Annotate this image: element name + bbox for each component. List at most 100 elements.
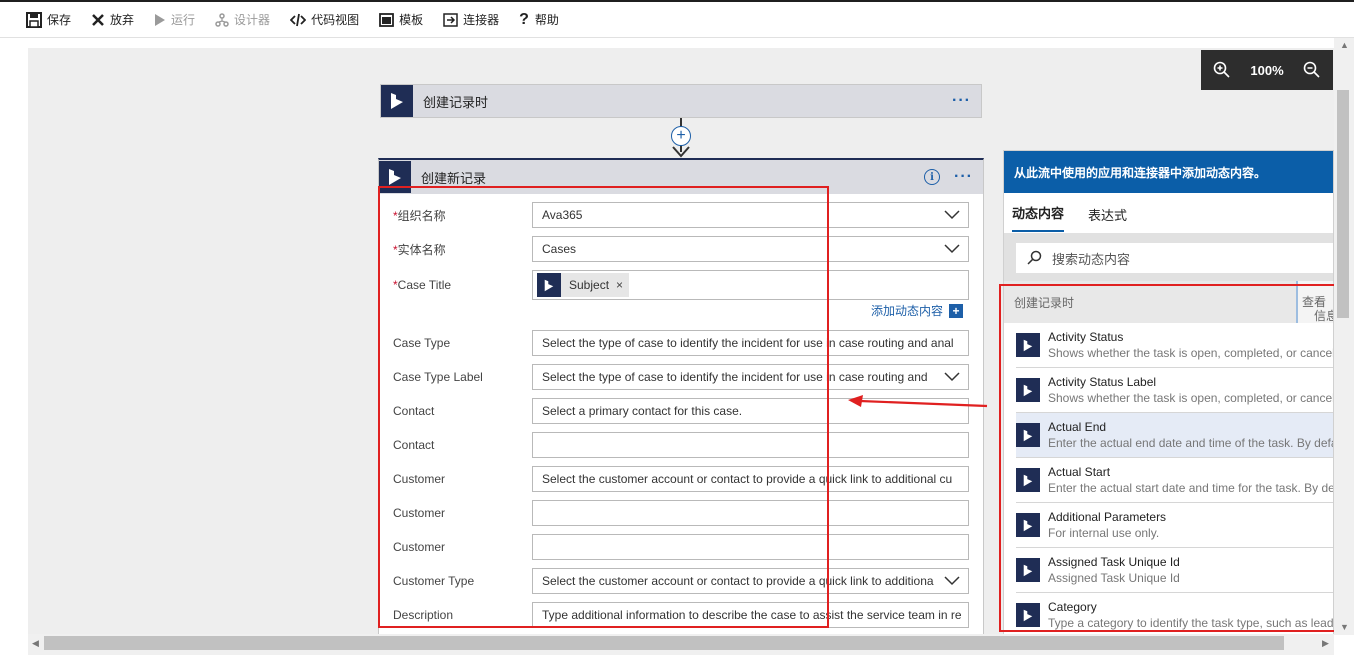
play-icon (155, 13, 166, 26)
connector-icon (443, 12, 458, 27)
item-desc: Assigned Task Unique Id (1048, 571, 1180, 585)
run-button[interactable]: 运行 (154, 11, 195, 28)
save-button[interactable]: 保存 (26, 11, 71, 28)
form-row-customer: Customer Select the customer account or … (393, 466, 969, 492)
chevron-down-icon (944, 371, 960, 383)
field-label: Case Type (393, 336, 451, 350)
dynamics-logo-icon (1016, 423, 1040, 447)
scroll-up-icon[interactable]: ▲ (1340, 40, 1349, 50)
item-desc: Shows whether the task is open, complete… (1048, 391, 1334, 405)
more-options-icon[interactable]: ··· (954, 168, 973, 186)
zoom-level: 100% (1250, 62, 1284, 78)
list-item[interactable]: Activity Status Label Shows whether the t… (1016, 368, 1334, 413)
add-dynamic-label: 添加动态内容 (871, 304, 944, 318)
more-options-icon[interactable]: ··· (952, 92, 971, 110)
zoom-in-icon[interactable] (1213, 61, 1231, 79)
contact-type-input[interactable] (532, 432, 969, 458)
dynamic-panel-header: 从此流中使用的应用和连接器中添加动态内容。 (1004, 151, 1333, 193)
vertical-scrollbar-thumb[interactable] (1337, 90, 1349, 318)
form-row-customer-type: Customer Type Select the customer accoun… (393, 568, 969, 594)
help-button[interactable]: ? 帮助 (519, 11, 559, 29)
form-row-entity: *实体名称 Cases (393, 236, 969, 262)
run-label: 运行 (171, 13, 196, 27)
list-item[interactable]: Actual End Enter the actual end date and … (1016, 413, 1334, 458)
dynamics-logo-icon (1016, 513, 1040, 537)
description-input[interactable]: Type additional information to describe … (532, 602, 969, 628)
list-item[interactable]: Additional Parameters For internal use on… (1016, 503, 1333, 548)
designer-icon (215, 12, 229, 27)
item-title: Category (1048, 600, 1097, 614)
tab-expression[interactable]: 表达式 (1088, 205, 1127, 232)
info-icon[interactable]: i (924, 169, 941, 185)
see-more-link[interactable]: 查看信息 (1296, 281, 1333, 323)
dynamics-logo-icon (1016, 558, 1040, 582)
section-header: 创建记录时 查看信息 (1004, 281, 1333, 323)
case-type-label-dropdown[interactable]: Select the type of case to identify the … (532, 364, 969, 390)
item-title: Actual End (1048, 420, 1107, 434)
item-desc: Enter the actual start date and time for… (1048, 481, 1334, 495)
field-label: Customer (393, 506, 446, 520)
templates-label: 模板 (399, 13, 424, 27)
field-label: Description (393, 608, 454, 622)
save-icon (26, 11, 42, 28)
dynamics-logo-icon (1016, 333, 1040, 357)
dynamic-token[interactable]: Subject × (537, 273, 630, 297)
entity-dropdown[interactable]: Cases (532, 236, 969, 262)
add-step-icon[interactable]: + (671, 126, 691, 146)
customer-input-3[interactable] (532, 534, 969, 560)
arrow-down-icon (672, 146, 690, 158)
list-item[interactable]: Assigned Task Unique Id Assigned Task Uni… (1016, 548, 1333, 593)
field-label: Contact (393, 404, 435, 418)
item-desc: Enter the actual end date and time of th… (1048, 436, 1334, 450)
help-label: 帮助 (534, 13, 559, 27)
field-label: *组织名称 (393, 208, 446, 223)
list-item[interactable]: Actual Start Enter the actual start date … (1016, 458, 1334, 503)
item-title: Actual Start (1048, 465, 1111, 479)
customer-input-2[interactable] (532, 500, 969, 526)
connectors-label: 连接器 (463, 13, 500, 27)
tab-dynamic-content[interactable]: 动态内容 (1012, 203, 1065, 232)
action-header[interactable]: 创建新记录 i ··· (379, 160, 983, 194)
scroll-left-icon[interactable]: ◀ (32, 638, 39, 649)
discard-button[interactable]: 放弃 (91, 11, 134, 28)
discard-label: 放弃 (110, 13, 135, 27)
token-remove-icon[interactable]: × (616, 278, 623, 292)
item-desc: Shows whether the task is open, complete… (1048, 346, 1334, 360)
search-area: 搜索动态内容 (1004, 233, 1333, 281)
organization-dropdown[interactable]: Ava365 (532, 202, 969, 228)
horizontal-scrollbar-thumb[interactable] (44, 636, 1284, 650)
case-type-input[interactable]: Select the type of case to identify the … (532, 330, 969, 356)
help-icon: ? (519, 10, 529, 28)
form-row-organization: *组织名称 Ava365 (393, 202, 969, 228)
designer-label: 设计器 (234, 13, 271, 27)
form-row-customer-3: Customer (393, 534, 969, 560)
customer-type-dropdown[interactable]: Select the customer account or contact t… (532, 568, 969, 594)
add-dynamic-content-link[interactable]: 添加动态内容 + (871, 302, 964, 319)
scroll-down-icon[interactable]: ▼ (1340, 622, 1349, 632)
template-icon (379, 12, 394, 27)
trigger-card[interactable]: 创建记录时 ··· (380, 84, 982, 118)
list-item[interactable]: Activity Status Shows whether the task is… (1016, 323, 1334, 368)
connectors-button[interactable]: 连接器 (443, 11, 499, 28)
dynamic-tabs: 动态内容 表达式 (1004, 193, 1333, 233)
trigger-title: 创建记录时 (423, 94, 489, 110)
dynamics-logo-icon (381, 85, 413, 117)
list-item[interactable]: Category Type a category to identify the … (1016, 593, 1334, 637)
scroll-right-icon[interactable]: ▶ (1322, 638, 1329, 649)
zoom-out-icon[interactable] (1303, 61, 1321, 79)
code-icon (290, 13, 307, 26)
item-title: Activity Status (1048, 330, 1124, 344)
templates-button[interactable]: 模板 (379, 11, 423, 28)
search-input[interactable]: 搜索动态内容 (1016, 243, 1333, 273)
item-desc: Type a category to identify the task typ… (1048, 616, 1334, 630)
dynamic-content-panel: 从此流中使用的应用和连接器中添加动态内容。 动态内容 表达式 搜索动态内容 创建… (1003, 150, 1334, 638)
form-row-case-title: *Case Title Subject × (393, 270, 969, 300)
code-view-label: 代码视图 (311, 13, 360, 27)
code-view-button[interactable]: 代码视图 (290, 11, 359, 28)
designer-button[interactable]: 设计器 (215, 11, 270, 28)
item-title: Additional Parameters (1048, 510, 1167, 524)
form-row-customer-2: Customer (393, 500, 969, 526)
token-label: Subject (569, 278, 610, 292)
customer-input[interactable]: Select the customer account or contact t… (532, 466, 969, 492)
case-title-input[interactable]: Subject × (532, 270, 969, 300)
